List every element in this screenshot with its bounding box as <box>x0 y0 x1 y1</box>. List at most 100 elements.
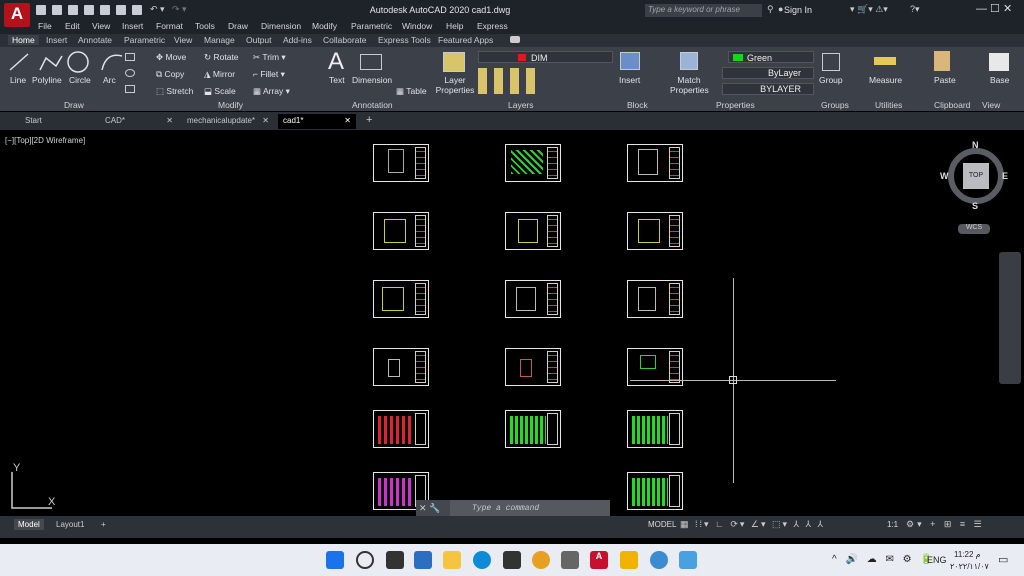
start-icon[interactable] <box>326 551 344 569</box>
window-controls[interactable]: — ☐ ✕ <box>976 2 1012 15</box>
navigation-bar[interactable] <box>999 252 1021 384</box>
compass-south[interactable]: S <box>972 201 978 211</box>
tab-express-tools[interactable]: Express Tools <box>378 35 431 45</box>
measure-button[interactable]: Measure <box>869 75 902 85</box>
menu-modify[interactable]: Modify <box>312 21 337 31</box>
drawing-sheet[interactable] <box>505 280 561 318</box>
drawing-sheet[interactable] <box>627 280 683 318</box>
tab-layout1[interactable]: Layout1 <box>52 519 88 530</box>
menu-insert[interactable]: Insert <box>122 21 143 31</box>
status-settings[interactable]: ⚙▾ + ⊞ ≡ ☰ <box>906 519 985 530</box>
table-button[interactable]: ▦ Table <box>396 86 427 97</box>
compass-east[interactable]: E <box>1002 171 1008 181</box>
paste-button[interactable]: Paste <box>934 75 956 85</box>
doc-tab-cad1[interactable]: cad1* ✕ <box>278 114 356 129</box>
search-icon[interactable] <box>356 551 374 569</box>
plot-icon[interactable] <box>116 5 126 15</box>
drawing-sheet[interactable] <box>373 212 429 250</box>
viewport-controls[interactable]: [−][Top][2D Wireframe] <box>5 136 85 145</box>
rectangle-icon[interactable] <box>125 53 135 61</box>
drawing-sheet[interactable] <box>505 144 561 182</box>
photos-icon[interactable] <box>679 551 697 569</box>
drawing-sheet[interactable] <box>373 144 429 182</box>
clock-time[interactable]: 11:22 م <box>954 550 981 559</box>
dimension-button[interactable]: Dimension <box>352 75 392 85</box>
hatch-icon[interactable] <box>125 85 135 93</box>
help-icon[interactable]: ?▾ <box>910 4 920 15</box>
mirror-button[interactable]: ◮ Mirror <box>204 69 235 80</box>
rotate-button[interactable]: ↻ Rotate <box>204 52 239 63</box>
drawing-sheet[interactable] <box>505 348 561 386</box>
annotation-panel-title[interactable]: Annotation <box>352 100 393 110</box>
menu-draw[interactable]: Draw <box>228 21 248 31</box>
doc-tab-start[interactable]: Start <box>20 114 100 129</box>
color-dropdown[interactable]: Green <box>728 51 814 63</box>
cloud-icon[interactable] <box>132 5 142 15</box>
status-toggles[interactable]: ▦ ⁞⁞▾ ∟ ⟳▾ ∠▾ ⬚▾ ⅄ ⅄ ⅄ <box>680 519 825 530</box>
search-input[interactable]: Type a keyword or phrase <box>645 4 762 17</box>
text-button[interactable]: Text <box>329 75 345 85</box>
block-panel-title[interactable]: Block <box>627 100 648 110</box>
fillet-button[interactable]: ⌐ Fillet ▾ <box>253 69 285 80</box>
menu-help[interactable]: Help <box>446 21 463 31</box>
add-layout-icon[interactable]: + <box>97 519 110 530</box>
tab-model[interactable]: Model <box>14 519 44 530</box>
tab-output[interactable]: Output <box>246 35 272 45</box>
ribbon-toggle-icon[interactable] <box>510 36 520 43</box>
save-as-icon[interactable] <box>84 5 94 15</box>
store-icon[interactable] <box>503 551 521 569</box>
calculator-icon[interactable] <box>561 551 579 569</box>
drawing-sheet[interactable] <box>627 472 683 510</box>
drawing-sheet[interactable] <box>627 144 683 182</box>
model-space-button[interactable]: MODEL <box>644 519 680 530</box>
drawing-sheet[interactable] <box>373 280 429 318</box>
undo-icon[interactable]: ↶ ▾ <box>150 4 165 15</box>
tab-annotate[interactable]: Annotate <box>78 35 112 45</box>
menu-dimension[interactable]: Dimension <box>261 21 301 31</box>
array-button[interactable]: ▦ Array ▾ <box>253 86 290 97</box>
widgets-icon[interactable] <box>414 551 432 569</box>
drawing-sheet[interactable] <box>373 410 429 448</box>
drawing-sheet[interactable] <box>627 212 683 250</box>
lineweight-dropdown[interactable]: BYLAYER <box>722 83 814 95</box>
groups-panel-title[interactable]: Groups <box>821 100 849 110</box>
edge-icon[interactable] <box>473 551 491 569</box>
doc-tab-mechanicalupdate[interactable]: mechanicalupdate* ✕ <box>182 114 274 129</box>
doc-tab-cad[interactable]: CAD* ✕ <box>100 114 178 129</box>
linetype-dropdown[interactable]: ByLayer <box>722 67 814 79</box>
layer-tool-icons[interactable] <box>478 68 538 94</box>
new-tab-icon[interactable]: + <box>366 114 372 126</box>
menu-edit[interactable]: Edit <box>65 21 80 31</box>
close-icon[interactable]: ✕ <box>262 116 269 125</box>
viewcube-top-face[interactable]: TOP <box>963 163 989 189</box>
compass-north[interactable]: N <box>972 140 979 150</box>
view-panel-title[interactable]: View <box>982 100 1000 110</box>
sign-in-button[interactable]: Sign In <box>784 5 812 15</box>
media-player-icon[interactable] <box>620 551 638 569</box>
menu-view[interactable]: View <box>92 21 110 31</box>
publish-icon[interactable] <box>100 5 110 15</box>
tab-addins[interactable]: Add-ins <box>283 35 312 45</box>
new-icon[interactable] <box>36 5 46 15</box>
menu-tools[interactable]: Tools <box>195 21 215 31</box>
save-icon[interactable] <box>68 5 78 15</box>
menu-express[interactable]: Express <box>477 21 508 31</box>
close-icon[interactable]: ✕ <box>166 116 173 125</box>
modify-panel-title[interactable]: Modify <box>218 100 243 110</box>
autocad-taskbar-icon[interactable]: A <box>590 551 608 569</box>
draw-panel-title[interactable]: Draw <box>64 100 84 110</box>
wcs-menu[interactable]: WCS <box>958 224 990 234</box>
polyline-button[interactable]: Polyline <box>32 75 62 85</box>
circle-button[interactable]: Circle <box>69 75 91 85</box>
drawing-sheet[interactable] <box>627 410 683 448</box>
drawing-sheet[interactable] <box>505 410 561 448</box>
compass-west[interactable]: W <box>940 171 949 181</box>
layer-properties-button[interactable]: Layer Properties <box>435 75 475 95</box>
trim-button[interactable]: ✂ Trim ▾ <box>253 52 286 63</box>
close-icon[interactable]: ✕ <box>344 116 351 125</box>
menu-window[interactable]: Window <box>402 21 432 31</box>
line-button[interactable]: Line <box>10 75 26 85</box>
group-button[interactable]: Group <box>819 75 843 85</box>
copy-button[interactable]: ⧉ Copy <box>156 69 184 80</box>
scale-button[interactable]: ⬓ Scale <box>204 86 236 97</box>
